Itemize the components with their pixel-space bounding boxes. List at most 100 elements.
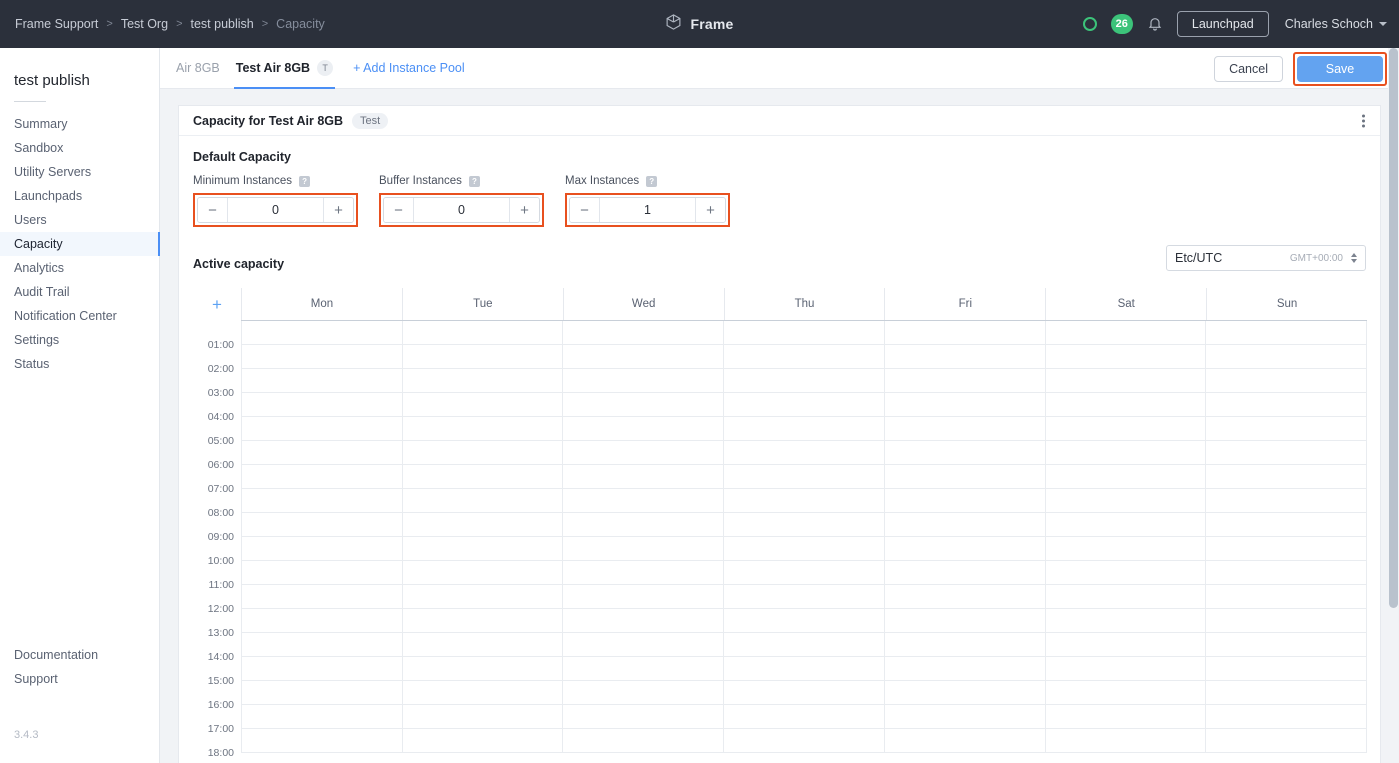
schedule-cell-mon-1600[interactable] — [241, 681, 402, 705]
sidebar-item-notification-center[interactable]: Notification Center — [0, 304, 159, 328]
schedule-cell-sat-0500[interactable] — [1044, 417, 1206, 441]
schedule-cell-mon-0800[interactable] — [241, 489, 402, 513]
schedule-cell-mon-0100[interactable] — [241, 321, 402, 345]
schedule-cell-wed-1300[interactable] — [562, 609, 724, 633]
help-icon[interactable]: ? — [299, 175, 311, 187]
tab-test-air-8gb[interactable]: Test Air 8GB T — [228, 48, 341, 89]
schedule-cell-sat-1700[interactable] — [1044, 705, 1206, 729]
schedule-cell-fri-0400[interactable] — [883, 393, 1045, 417]
schedule-cell-sat-1800[interactable] — [1044, 729, 1206, 753]
schedule-cell-sun-0400[interactable] — [1205, 393, 1368, 417]
schedule-cell-thu-0200[interactable] — [723, 345, 884, 369]
breadcrumb-item-1[interactable]: Test Org — [120, 17, 169, 31]
vertical-scrollbar[interactable] — [1388, 48, 1399, 763]
schedule-cell-fri-1500[interactable] — [883, 657, 1045, 681]
schedule-cell-fri-1000[interactable] — [883, 537, 1045, 561]
schedule-cell-tue-0600[interactable] — [401, 441, 563, 465]
schedule-cell-wed-1400[interactable] — [562, 633, 724, 657]
schedule-cell-tue-1000[interactable] — [401, 537, 563, 561]
schedule-cell-fri-1300[interactable] — [883, 609, 1045, 633]
schedule-cell-thu-1500[interactable] — [723, 657, 884, 681]
schedule-cell-sun-1800[interactable] — [1205, 729, 1368, 753]
schedule-cell-sun-0100[interactable] — [1205, 321, 1368, 345]
minimum-instances-stepper[interactable]: − 0 + — [197, 197, 354, 223]
schedule-cell-wed-0800[interactable] — [562, 489, 724, 513]
schedule-cell-sun-1300[interactable] — [1205, 609, 1368, 633]
user-menu[interactable]: Charles Schoch — [1285, 17, 1387, 31]
schedule-cell-sun-0300[interactable] — [1205, 369, 1368, 393]
support-link[interactable]: Support — [0, 667, 160, 691]
schedule-cell-mon-1200[interactable] — [241, 585, 402, 609]
schedule-cell-tue-0900[interactable] — [401, 513, 563, 537]
schedule-cell-sat-0200[interactable] — [1044, 345, 1206, 369]
schedule-cell-tue-1400[interactable] — [401, 633, 563, 657]
schedule-cell-sun-1400[interactable] — [1205, 633, 1368, 657]
schedule-cell-wed-1100[interactable] — [562, 561, 724, 585]
schedule-cell-wed-0900[interactable] — [562, 513, 724, 537]
schedule-cell-sat-0600[interactable] — [1044, 441, 1206, 465]
schedule-cell-thu-1600[interactable] — [723, 681, 884, 705]
schedule-cell-sun-0900[interactable] — [1205, 513, 1368, 537]
schedule-cell-fri-0700[interactable] — [883, 465, 1045, 489]
breadcrumb-item-0[interactable]: Frame Support — [14, 17, 99, 31]
schedule-cell-sat-1300[interactable] — [1044, 609, 1206, 633]
schedule-cell-thu-0700[interactable] — [723, 465, 884, 489]
schedule-cell-fri-1800[interactable] — [883, 729, 1045, 753]
schedule-cell-wed-1700[interactable] — [562, 705, 724, 729]
schedule-cell-tue-1500[interactable] — [401, 657, 563, 681]
schedule-cell-tue-0100[interactable] — [401, 321, 563, 345]
sidebar-item-utility-servers[interactable]: Utility Servers — [0, 160, 159, 184]
schedule-cell-wed-1000[interactable] — [562, 537, 724, 561]
schedule-cell-thu-1200[interactable] — [723, 585, 884, 609]
schedule-cell-fri-0300[interactable] — [883, 369, 1045, 393]
schedule-cell-thu-1400[interactable] — [723, 633, 884, 657]
schedule-cell-sat-0100[interactable] — [1044, 321, 1206, 345]
schedule-cell-mon-1000[interactable] — [241, 537, 402, 561]
schedule-cell-sun-1600[interactable] — [1205, 681, 1368, 705]
schedule-cell-wed-1800[interactable] — [562, 729, 724, 753]
kebab-menu-icon[interactable] — [1359, 111, 1368, 130]
schedule-cell-wed-1500[interactable] — [562, 657, 724, 681]
sidebar-item-settings[interactable]: Settings — [0, 328, 159, 352]
status-ring-icon[interactable] — [1082, 17, 1097, 31]
minimum-instances-decrement-button[interactable]: − — [198, 198, 228, 222]
schedule-cell-wed-1200[interactable] — [562, 585, 724, 609]
schedule-cell-thu-0600[interactable] — [723, 441, 884, 465]
sidebar-item-status[interactable]: Status — [0, 352, 159, 376]
schedule-cell-wed-0100[interactable] — [562, 321, 724, 345]
tab-air-8gb[interactable]: Air 8GB — [168, 48, 228, 89]
schedule-cell-mon-1700[interactable] — [241, 705, 402, 729]
buffer-instances-stepper[interactable]: − 0 + — [383, 197, 540, 223]
minimum-instances-increment-button[interactable]: + — [323, 198, 353, 222]
schedule-cell-fri-0800[interactable] — [883, 489, 1045, 513]
schedule-cell-sun-1700[interactable] — [1205, 705, 1368, 729]
notification-count-badge[interactable]: 26 — [1110, 14, 1133, 34]
schedule-cell-wed-0700[interactable] — [562, 465, 724, 489]
schedule-cell-sat-1200[interactable] — [1044, 585, 1206, 609]
schedule-cell-thu-0800[interactable] — [723, 489, 884, 513]
schedule-cell-thu-1000[interactable] — [723, 537, 884, 561]
schedule-cell-mon-1400[interactable] — [241, 633, 402, 657]
schedule-cell-sat-1000[interactable] — [1044, 537, 1206, 561]
schedule-cell-sat-1100[interactable] — [1044, 561, 1206, 585]
schedule-cell-tue-0500[interactable] — [401, 417, 563, 441]
schedule-cell-fri-0200[interactable] — [883, 345, 1045, 369]
sidebar-item-users[interactable]: Users — [0, 208, 159, 232]
schedule-cell-mon-1800[interactable] — [241, 729, 402, 753]
help-icon[interactable]: ? — [468, 175, 480, 187]
schedule-cell-mon-0900[interactable] — [241, 513, 402, 537]
schedule-cell-wed-0200[interactable] — [562, 345, 724, 369]
schedule-cell-fri-1100[interactable] — [883, 561, 1045, 585]
schedule-cell-thu-1300[interactable] — [723, 609, 884, 633]
schedule-cell-mon-0700[interactable] — [241, 465, 402, 489]
schedule-cell-sat-0900[interactable] — [1044, 513, 1206, 537]
add-schedule-button[interactable]: + — [212, 296, 222, 313]
schedule-cell-mon-0400[interactable] — [241, 393, 402, 417]
schedule-cell-sun-1200[interactable] — [1205, 585, 1368, 609]
schedule-cell-tue-1100[interactable] — [401, 561, 563, 585]
add-instance-pool-button[interactable]: + Add Instance Pool — [353, 61, 465, 75]
sidebar-item-launchpads[interactable]: Launchpads — [0, 184, 159, 208]
sidebar-item-summary[interactable]: Summary — [0, 112, 159, 136]
max-instances-input[interactable]: 1 — [600, 198, 695, 222]
schedule-cell-wed-0600[interactable] — [562, 441, 724, 465]
